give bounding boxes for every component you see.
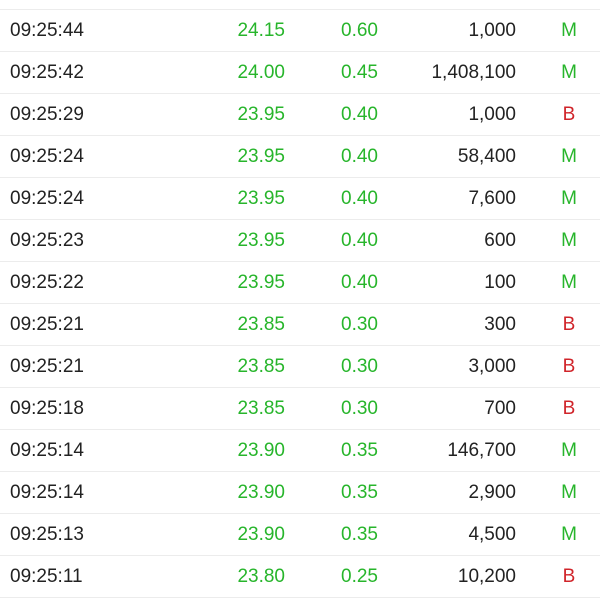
trade-row: 09:25:47 24.15 0.60 10,500 M <box>0 0 600 10</box>
trade-row: 09:25:14 23.90 0.35 146,700 M <box>0 430 600 472</box>
trade-change: 0.40 <box>341 230 378 251</box>
trade-side-flag: B <box>562 566 576 587</box>
trade-price: 23.95 <box>237 146 285 167</box>
trade-time: 09:25:18 <box>10 398 84 419</box>
trade-row: 09:25:18 23.85 0.30 700 B <box>0 388 600 430</box>
trade-row: 09:25:24 23.95 0.40 7,600 M <box>0 178 600 220</box>
trade-side-flag: B <box>562 104 576 125</box>
trade-time: 09:25:23 <box>10 230 84 251</box>
trade-side-flag: M <box>561 146 577 167</box>
trade-change: 0.60 <box>341 20 378 41</box>
trade-change: 0.35 <box>341 482 378 503</box>
trade-side-flag: M <box>561 524 577 545</box>
trade-change: 0.25 <box>341 566 378 587</box>
trade-time: 09:25:14 <box>10 440 84 461</box>
trade-volume: 2,900 <box>468 482 516 503</box>
trade-volume: 100 <box>484 272 516 293</box>
trade-row: 09:25:44 24.15 0.60 1,000 M <box>0 10 600 52</box>
trade-change: 0.40 <box>341 188 378 209</box>
trade-time: 09:25:21 <box>10 356 84 377</box>
trade-row: 09:25:21 23.85 0.30 3,000 B <box>0 346 600 388</box>
trade-time: 09:25:14 <box>10 482 84 503</box>
trade-volume: 1,408,100 <box>431 62 516 83</box>
trade-price: 23.85 <box>237 314 285 335</box>
trade-time: 09:25:13 <box>10 524 84 545</box>
trade-volume: 1,000 <box>468 20 516 41</box>
trade-time: 09:25:29 <box>10 104 84 125</box>
trade-change: 0.45 <box>341 62 378 83</box>
trade-row: 09:25:23 23.95 0.40 600 M <box>0 220 600 262</box>
trade-change: 0.30 <box>341 356 378 377</box>
trade-side-flag: M <box>561 230 577 251</box>
trade-volume: 10,200 <box>457 566 516 587</box>
trade-time: 09:25:42 <box>10 62 84 83</box>
trade-price: 24.15 <box>237 20 285 41</box>
trade-side-flag: M <box>561 62 577 83</box>
trade-price: 23.95 <box>237 188 285 209</box>
trade-time: 09:25:44 <box>10 20 84 41</box>
trade-change: 0.60 <box>341 0 378 9</box>
trade-time: 09:25:24 <box>10 146 84 167</box>
trade-price: 23.90 <box>237 482 285 503</box>
trade-volume: 3,000 <box>468 356 516 377</box>
trade-price: 24.15 <box>237 0 285 9</box>
trade-volume: 1,000 <box>468 104 516 125</box>
trade-side-flag: M <box>561 188 577 209</box>
trade-volume: 7,600 <box>468 188 516 209</box>
trade-row: 09:25:29 23.95 0.40 1,000 B <box>0 94 600 136</box>
trade-side-flag: M <box>561 20 577 41</box>
trade-change: 0.30 <box>341 398 378 419</box>
trade-change: 0.30 <box>341 314 378 335</box>
trade-price: 23.80 <box>237 566 285 587</box>
trade-price: 23.85 <box>237 398 285 419</box>
trade-side-flag: B <box>562 398 576 419</box>
trade-volume: 146,700 <box>447 440 516 461</box>
trade-volume: 4,500 <box>468 524 516 545</box>
trade-change: 0.35 <box>341 524 378 545</box>
trade-side-flag: B <box>562 356 576 377</box>
trade-row: 09:25:11 23.80 0.25 10,200 B <box>0 556 600 598</box>
trade-price: 23.85 <box>237 356 285 377</box>
trade-side-flag: M <box>561 272 577 293</box>
trade-change: 0.40 <box>341 272 378 293</box>
trade-volume: 58,400 <box>457 146 516 167</box>
trade-change: 0.40 <box>341 104 378 125</box>
trade-time: 09:25:11 <box>10 566 83 587</box>
trade-row: 09:25:14 23.90 0.35 2,900 M <box>0 472 600 514</box>
trade-price: 23.90 <box>237 524 285 545</box>
trade-time: 09:25:21 <box>10 314 84 335</box>
trade-row: 09:25:13 23.90 0.35 4,500 M <box>0 514 600 556</box>
trade-volume: 700 <box>484 398 516 419</box>
trade-price: 23.95 <box>237 104 285 125</box>
trade-price: 23.95 <box>237 272 285 293</box>
trade-volume: 600 <box>484 230 516 251</box>
trade-side-flag: B <box>562 314 576 335</box>
trade-time: 09:25:22 <box>10 272 84 293</box>
trade-volume: 10,500 <box>458 0 516 9</box>
trade-change: 0.40 <box>341 146 378 167</box>
trade-side-flag: M <box>561 440 577 461</box>
trade-time: 09:25:47 <box>10 0 84 9</box>
trade-time: 09:25:24 <box>10 188 84 209</box>
trade-ticker-list[interactable]: 09:25:47 24.15 0.60 10,500 M 09:25:44 24.15 0.6… <box>0 0 600 598</box>
trade-side-flag: M <box>561 482 577 503</box>
trade-side-flag: M <box>559 0 579 9</box>
trade-price: 24.00 <box>237 62 285 83</box>
trade-price: 23.90 <box>237 440 285 461</box>
trade-row: 09:25:24 23.95 0.40 58,400 M <box>0 136 600 178</box>
trade-price: 23.95 <box>237 230 285 251</box>
trade-row: 09:25:42 24.00 0.45 1,408,100 M <box>0 52 600 94</box>
trade-row: 09:25:22 23.95 0.40 100 M <box>0 262 600 304</box>
trade-volume: 300 <box>484 314 516 335</box>
trade-row: 09:25:21 23.85 0.30 300 B <box>0 304 600 346</box>
trade-change: 0.35 <box>341 440 378 461</box>
